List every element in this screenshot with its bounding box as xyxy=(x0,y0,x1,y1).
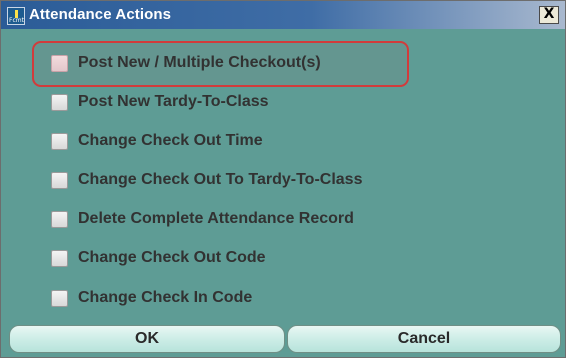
checkbox-change-check-out-to-tardy[interactable] xyxy=(51,171,68,189)
option-post-new-multiple-checkouts[interactable]: Post New / Multiple Checkout(s) xyxy=(51,48,321,78)
option-delete-complete-attendance-record[interactable]: Delete Complete Attendance Record xyxy=(51,204,354,234)
checkbox-change-check-out-code[interactable] xyxy=(51,249,68,267)
attendance-actions-dialog: Fcmt Attendance Actions X Post New / Mul… xyxy=(0,0,566,358)
checkbox-post-new-tardy-to-class[interactable] xyxy=(51,93,68,111)
ok-button[interactable]: OK xyxy=(9,325,285,353)
option-change-check-out-code[interactable]: Change Check Out Code xyxy=(51,243,266,273)
option-change-check-out-to-tardy[interactable]: Change Check Out To Tardy-To-Class xyxy=(51,165,362,195)
option-label: Change Check Out To Tardy-To-Class xyxy=(78,171,363,188)
title-bar[interactable]: Fcmt Attendance Actions X xyxy=(1,1,565,29)
cancel-button[interactable]: Cancel xyxy=(287,325,561,353)
option-label: Change Check Out Time xyxy=(78,132,263,149)
app-icon-text: Fcmt xyxy=(9,17,24,24)
option-label: Change Check Out Code xyxy=(78,249,266,266)
close-button[interactable]: X xyxy=(539,6,559,24)
checkbox-post-new-multiple-checkouts[interactable] xyxy=(51,54,68,72)
option-change-check-in-code[interactable]: Change Check In Code xyxy=(51,283,252,313)
option-label: Post New / Multiple Checkout(s) xyxy=(78,54,321,71)
option-post-new-tardy-to-class[interactable]: Post New Tardy-To-Class xyxy=(51,87,269,117)
option-label: Delete Complete Attendance Record xyxy=(78,210,354,227)
checkbox-change-check-in-code[interactable] xyxy=(51,289,68,307)
option-change-check-out-time[interactable]: Change Check Out Time xyxy=(51,126,263,156)
button-row: OK Cancel xyxy=(9,325,561,353)
option-label: Post New Tardy-To-Class xyxy=(78,93,269,110)
close-icon: X xyxy=(543,6,555,22)
window-title: Attendance Actions xyxy=(29,6,172,23)
app-icon: Fcmt xyxy=(7,7,25,25)
option-label: Change Check In Code xyxy=(78,289,253,306)
checkbox-delete-complete-attendance-record[interactable] xyxy=(51,210,68,228)
checkbox-change-check-out-time[interactable] xyxy=(51,132,68,150)
